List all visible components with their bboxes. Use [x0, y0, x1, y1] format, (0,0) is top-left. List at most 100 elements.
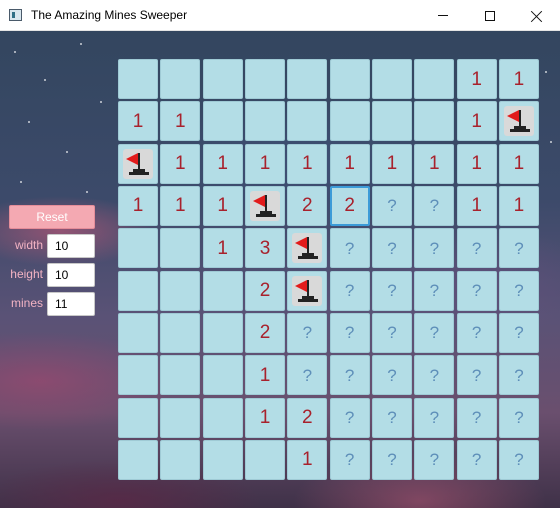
board-cell[interactable]: 1 — [244, 355, 285, 396]
mines-input[interactable] — [47, 292, 95, 316]
board-cell[interactable]: ? — [371, 355, 412, 396]
board-cell[interactable]: 1 — [456, 185, 497, 226]
board-cell[interactable] — [160, 439, 201, 480]
board-cell[interactable]: ? — [498, 355, 539, 396]
board-cell[interactable] — [287, 101, 328, 142]
board-cell[interactable] — [329, 59, 370, 99]
board-cell[interactable]: 1 — [329, 143, 370, 184]
board-cell[interactable]: ? — [371, 228, 412, 269]
board-cell[interactable]: 1 — [202, 143, 243, 184]
board-cell[interactable]: 1 — [456, 101, 497, 142]
board-cell[interactable] — [202, 355, 243, 396]
board-cell[interactable]: ? — [329, 228, 370, 269]
board-cell[interactable]: ? — [371, 270, 412, 311]
board-cell[interactable] — [244, 439, 285, 480]
board-cell[interactable]: ? — [414, 228, 455, 269]
board-cell[interactable] — [202, 397, 243, 438]
board-cell[interactable] — [287, 228, 328, 269]
board-cell[interactable]: ? — [414, 270, 455, 311]
board-cell[interactable]: 1 — [160, 143, 201, 184]
board-cell[interactable]: ? — [371, 185, 412, 226]
board-cell[interactable] — [202, 439, 243, 480]
board-cell[interactable] — [118, 143, 158, 184]
board-cell[interactable]: 1 — [414, 143, 455, 184]
board-cell[interactable]: ? — [498, 397, 539, 438]
board-cell[interactable]: ? — [456, 439, 497, 480]
board-cell[interactable] — [414, 59, 455, 99]
board-cell[interactable]: ? — [456, 355, 497, 396]
board-cell[interactable]: ? — [414, 312, 455, 353]
board-cell[interactable] — [371, 101, 412, 142]
board-cell[interactable]: 1 — [160, 185, 201, 226]
board-cell[interactable]: ? — [456, 312, 497, 353]
board-cell[interactable]: ? — [414, 355, 455, 396]
board-cell[interactable] — [202, 59, 243, 99]
board-cell[interactable] — [202, 270, 243, 311]
board-cell[interactable]: 3 — [244, 228, 285, 269]
board-cell[interactable] — [287, 270, 328, 311]
board-cell[interactable] — [118, 312, 158, 353]
board-cell[interactable]: ? — [287, 312, 328, 353]
board-cell[interactable] — [244, 185, 285, 226]
board-cell[interactable]: 1 — [287, 143, 328, 184]
board-cell[interactable]: ? — [371, 397, 412, 438]
board-cell[interactable]: ? — [414, 397, 455, 438]
board-cell[interactable] — [160, 228, 201, 269]
board-cell[interactable] — [118, 439, 158, 480]
board-cell[interactable]: ? — [414, 185, 455, 226]
board-cell[interactable]: ? — [329, 312, 370, 353]
close-button[interactable] — [514, 0, 560, 31]
board-cell[interactable]: 2 — [287, 185, 328, 226]
board-cell[interactable]: 1 — [287, 439, 328, 480]
board-cell[interactable]: ? — [287, 355, 328, 396]
board-cell[interactable]: 1 — [498, 185, 539, 226]
board-cell[interactable]: ? — [456, 270, 497, 311]
board-cell[interactable]: 2 — [244, 270, 285, 311]
board-cell[interactable] — [498, 101, 539, 142]
board-cell[interactable]: ? — [371, 439, 412, 480]
board-cell[interactable] — [118, 59, 158, 99]
board-cell[interactable]: ? — [456, 228, 497, 269]
board-cell[interactable]: ? — [329, 270, 370, 311]
board-cell[interactable] — [118, 397, 158, 438]
board-cell[interactable] — [202, 101, 243, 142]
board-cell[interactable] — [371, 59, 412, 99]
board-cell[interactable] — [160, 270, 201, 311]
board-cell[interactable] — [160, 312, 201, 353]
reset-button[interactable]: Reset — [9, 205, 95, 229]
board-cell[interactable] — [287, 59, 328, 99]
board-cell[interactable]: ? — [414, 439, 455, 480]
board-cell[interactable] — [160, 355, 201, 396]
board-cell[interactable]: ? — [498, 439, 539, 480]
board-cell[interactable]: ? — [498, 228, 539, 269]
board-cell[interactable]: ? — [329, 397, 370, 438]
board-cell[interactable] — [244, 101, 285, 142]
board-cell[interactable] — [202, 312, 243, 353]
board-cell[interactable]: 2 — [329, 185, 370, 226]
height-input[interactable] — [47, 263, 95, 287]
width-input[interactable] — [47, 234, 95, 258]
board-cell[interactable] — [244, 59, 285, 99]
board-cell[interactable]: 2 — [287, 397, 328, 438]
board-cell[interactable]: 1 — [118, 101, 158, 142]
board-cell[interactable]: ? — [456, 397, 497, 438]
board-cell[interactable] — [160, 397, 201, 438]
board-cell[interactable]: 1 — [456, 59, 497, 99]
board-cell[interactable]: 1 — [160, 101, 201, 142]
board-cell[interactable]: ? — [498, 312, 539, 353]
board-cell[interactable] — [160, 59, 201, 99]
board-cell[interactable]: 2 — [244, 312, 285, 353]
board-cell[interactable]: 1 — [371, 143, 412, 184]
board-cell[interactable]: ? — [371, 312, 412, 353]
board-cell[interactable] — [118, 228, 158, 269]
board-cell[interactable]: 1 — [498, 143, 539, 184]
board-cell[interactable]: 1 — [456, 143, 497, 184]
board-cell[interactable]: ? — [329, 355, 370, 396]
board-cell[interactable] — [118, 355, 158, 396]
board-cell[interactable] — [118, 270, 158, 311]
board-cell[interactable]: 1 — [498, 59, 539, 99]
board-cell[interactable] — [329, 101, 370, 142]
board-cell[interactable]: 1 — [202, 228, 243, 269]
maximize-button[interactable] — [467, 0, 513, 31]
board-cell[interactable]: 1 — [244, 143, 285, 184]
